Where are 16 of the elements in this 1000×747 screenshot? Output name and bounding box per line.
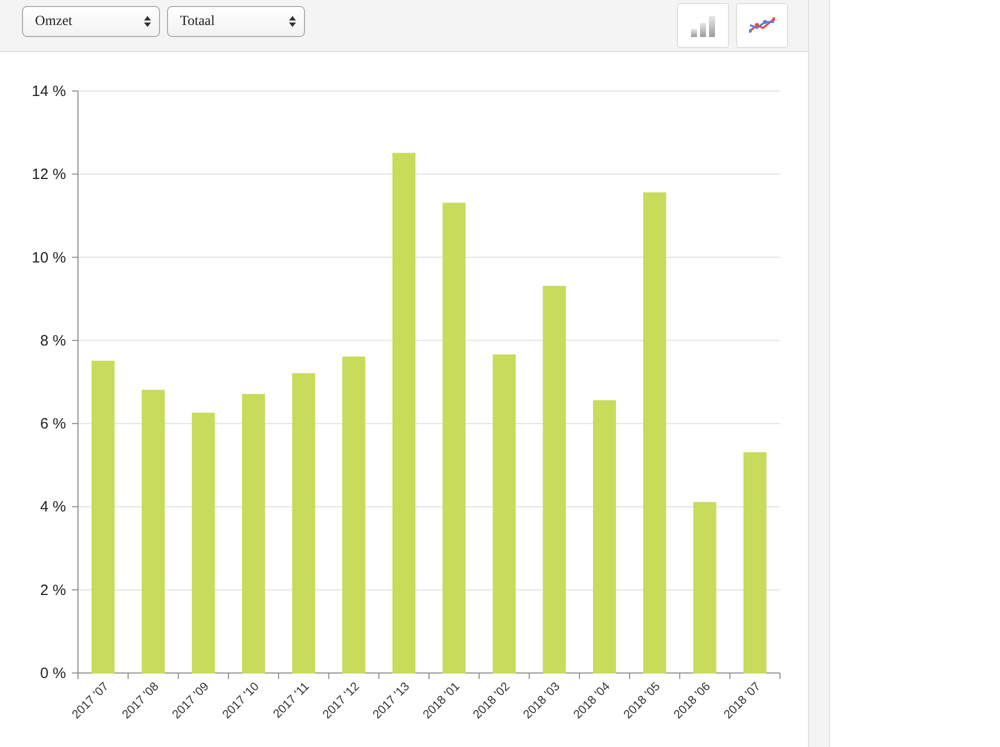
bar-chart-button[interactable]: [677, 3, 729, 48]
y-tick-label: 12 %: [32, 166, 66, 184]
dropdown[interactable]: Totaal: [167, 6, 305, 37]
caret-icon: [289, 16, 296, 27]
y-tick-label: 14 %: [32, 83, 66, 100]
dropdown[interactable]: Omzet: [22, 6, 160, 37]
y-tick-label: 6 %: [40, 416, 66, 433]
y-tick-label: 2 %: [40, 582, 66, 599]
y-tick-label: 4 %: [40, 498, 66, 516]
y-tick-label: 8 %: [40, 332, 66, 350]
y-tick-label: 0 %: [40, 665, 66, 682]
line-chart-button[interactable]: [736, 3, 788, 48]
line-chart-icon: [749, 16, 775, 34]
y-tick-label: 10 %: [32, 249, 66, 266]
bar-chart-icon: [690, 14, 716, 36]
caret-icon: [144, 16, 151, 27]
